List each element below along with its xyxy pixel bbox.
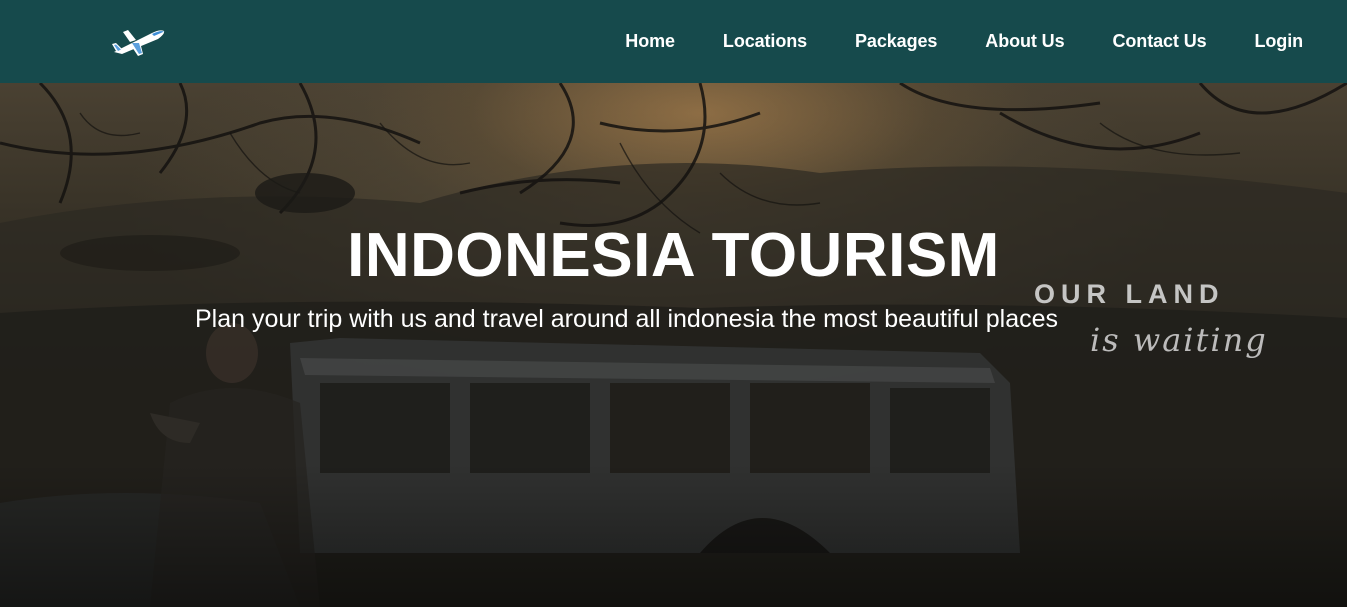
nav-packages-link[interactable]: Packages xyxy=(855,31,937,52)
hero-subtitle: Plan your trip with us and travel around… xyxy=(195,305,1059,333)
nav-locations-link[interactable]: Locations xyxy=(723,31,807,52)
airplane-logo-icon[interactable] xyxy=(108,22,170,62)
nav-contact-us-link[interactable]: Contact Us xyxy=(1113,31,1207,52)
nav-login-link[interactable]: Login xyxy=(1255,31,1304,52)
nav-about-us-link[interactable]: About Us xyxy=(985,31,1064,52)
hero-section: OUR LAND is waiting INDONESIA TOURISM Pl… xyxy=(0,83,1347,607)
main-nav: Home Locations Packages About Us Contact… xyxy=(625,0,1347,83)
navbar: Home Locations Packages About Us Contact… xyxy=(0,0,1347,83)
video-overlay-caption: OUR LAND xyxy=(1034,279,1225,309)
nav-home-link[interactable]: Home xyxy=(625,31,675,52)
video-overlay-caption-script: is waiting xyxy=(1090,321,1268,359)
